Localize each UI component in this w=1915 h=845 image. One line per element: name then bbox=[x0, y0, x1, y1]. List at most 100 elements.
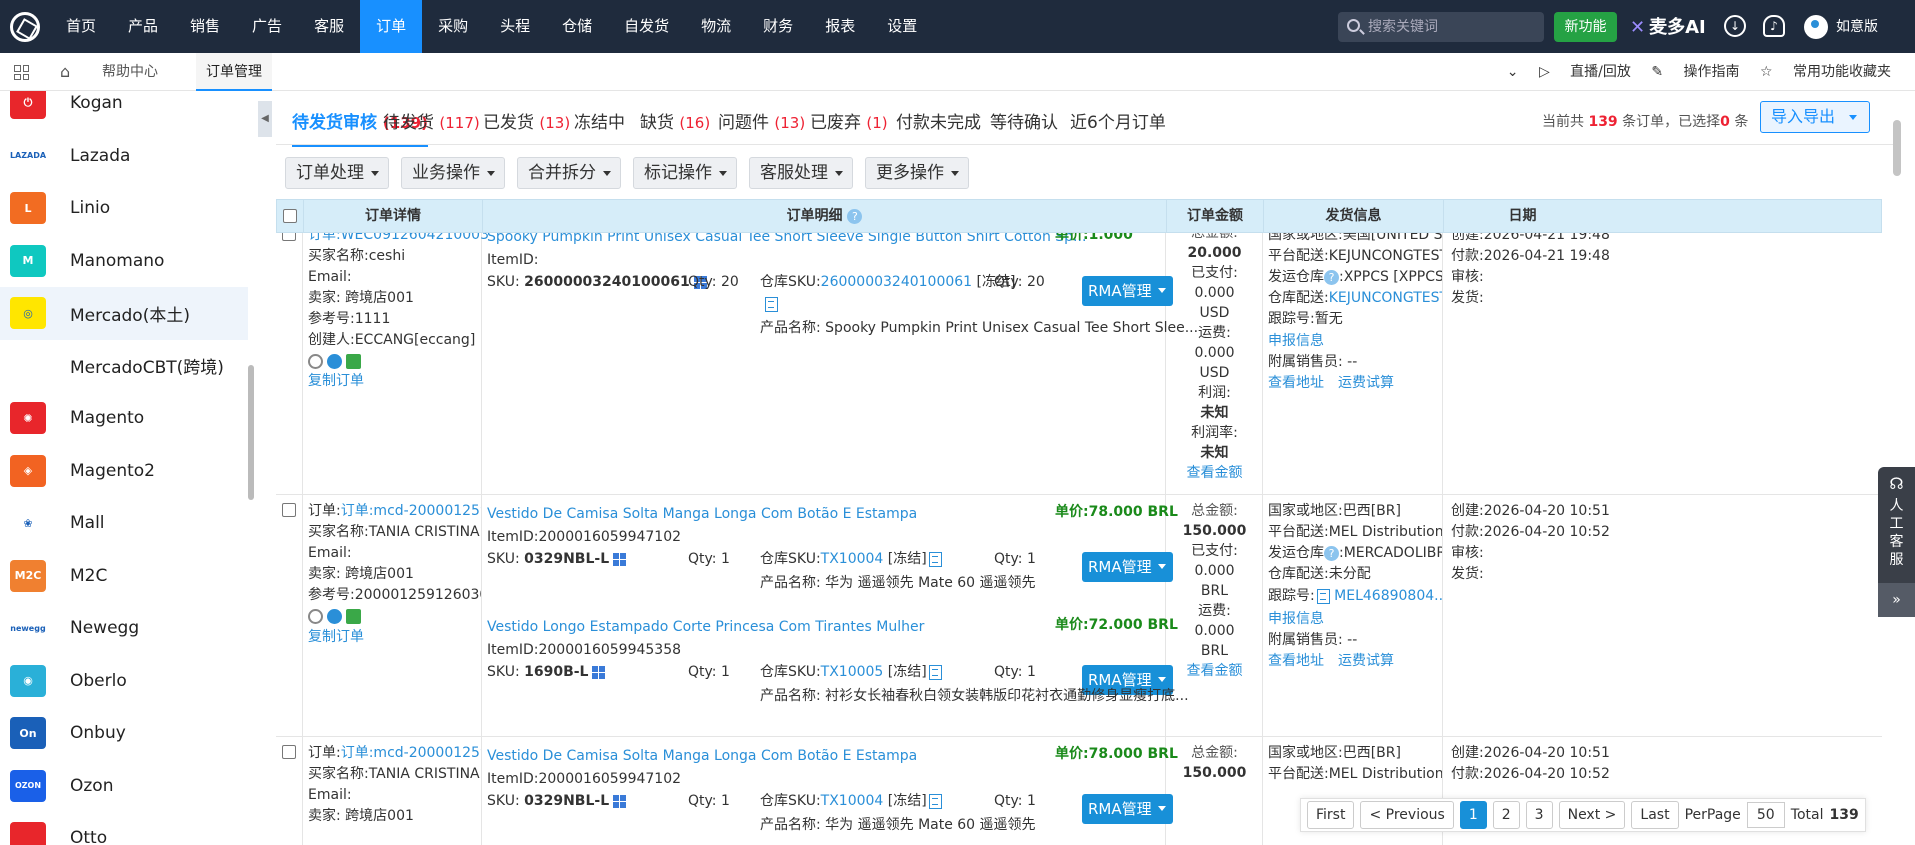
dollar-icon[interactable] bbox=[327, 354, 342, 369]
document-icon[interactable] bbox=[765, 297, 778, 312]
copy-order-link[interactable]: 复制订单 bbox=[308, 371, 364, 392]
declare-info-link[interactable]: 申报信息 bbox=[1268, 331, 1324, 352]
rma-dropdown[interactable]: RMA管理 bbox=[1082, 794, 1173, 824]
order-status-tab[interactable]: 待发货 (117) bbox=[383, 108, 480, 133]
first-page-button[interactable]: First bbox=[1307, 801, 1355, 829]
view-amount-link[interactable]: 查看金额 bbox=[1166, 463, 1263, 484]
magnify-icon[interactable] bbox=[308, 354, 323, 369]
tab-help-center[interactable]: 帮助中心 bbox=[102, 53, 158, 91]
cart-icon[interactable] bbox=[346, 609, 361, 624]
document-icon[interactable] bbox=[928, 551, 942, 567]
sidebar-item[interactable]: M Manomano bbox=[0, 235, 248, 288]
sidebar-item[interactable]: ◉ Oberlo bbox=[0, 655, 248, 708]
item-title-link[interactable]: Vestido De Camisa Solta Manga Longa Com … bbox=[487, 746, 917, 767]
sku-grid-icon[interactable] bbox=[613, 794, 627, 808]
sidebar-item[interactable]: ◈ Magento2 bbox=[0, 445, 248, 498]
magnify-icon[interactable] bbox=[308, 609, 323, 624]
freight-calc-link[interactable]: 运费试算 bbox=[1338, 651, 1394, 672]
sidebar-collapse-button[interactable]: ◀ bbox=[258, 101, 272, 137]
view-amount-link[interactable]: 查看金额 bbox=[1166, 661, 1263, 682]
guide-link[interactable]: ✎ 操作指南 bbox=[1651, 64, 1739, 80]
user-menu[interactable]: 如意版 bbox=[1804, 12, 1904, 42]
order-number-link[interactable]: 订单:mcd-2000012591260... bbox=[341, 745, 481, 761]
order-status-tab[interactable]: 冻结中 bbox=[574, 108, 625, 133]
sku-grid-icon[interactable] bbox=[592, 665, 606, 679]
document-icon[interactable] bbox=[1316, 588, 1330, 604]
row-checkbox[interactable] bbox=[282, 233, 296, 241]
cart-icon[interactable] bbox=[346, 354, 361, 369]
mark-ops-dropdown[interactable]: 标记操作 bbox=[633, 157, 737, 189]
item-title-link[interactable]: Spooky Pumpkin Print Unisex Casual Tee S… bbox=[487, 233, 1086, 248]
main-scrollbar[interactable] bbox=[1893, 120, 1901, 176]
item-title-link[interactable]: Vestido Longo Estampado Corte Princesa C… bbox=[487, 617, 924, 638]
tab-order-management[interactable]: 订单管理 bbox=[196, 53, 272, 91]
sidebar-item[interactable]: newegg Newegg bbox=[0, 602, 248, 655]
sidebar-item[interactable]: ⏻ Kogan bbox=[0, 91, 248, 130]
live-replay-link[interactable]: ▷ 直播/回放 bbox=[1539, 64, 1631, 80]
order-status-tab[interactable]: 近6个月订单 bbox=[1070, 108, 1166, 133]
perpage-input[interactable]: 50 bbox=[1746, 802, 1785, 828]
sidebar-item[interactable]: ◎ Mercado(本土) bbox=[0, 287, 248, 340]
nav-finance[interactable]: 财务 bbox=[747, 0, 809, 53]
order-status-tab[interactable]: 问题件 (13) bbox=[718, 108, 805, 133]
search-input[interactable]: 搜索关键词 bbox=[1338, 12, 1544, 42]
sidebar-item[interactable]: M2C M2C bbox=[0, 550, 248, 603]
nav-sales[interactable]: 销售 bbox=[174, 0, 236, 53]
help-icon[interactable]: ? bbox=[1324, 269, 1339, 285]
app-logo[interactable] bbox=[10, 12, 40, 42]
nav-logistics[interactable]: 物流 bbox=[685, 0, 747, 53]
nav-ads[interactable]: 广告 bbox=[236, 0, 298, 53]
nav-product[interactable]: 产品 bbox=[112, 0, 174, 53]
sidebar-item[interactable]: ✺ Magento bbox=[0, 392, 248, 445]
collapse-service-button[interactable]: » bbox=[1878, 583, 1915, 617]
nav-home[interactable]: 首页 bbox=[50, 0, 112, 53]
sidebar-scrollbar[interactable] bbox=[248, 365, 254, 500]
new-feature-button[interactable]: 新功能 bbox=[1554, 12, 1617, 42]
sidebar-item[interactable]: OZON Ozon bbox=[0, 760, 248, 813]
headset-icon[interactable]: ♪ bbox=[1763, 15, 1785, 37]
wh-sku-link[interactable]: TX10004 bbox=[821, 793, 884, 809]
order-status-tab[interactable]: 等待确认 bbox=[990, 108, 1058, 133]
order-status-tab[interactable]: 缺货 (16) bbox=[640, 108, 710, 133]
copy-order-link[interactable]: 复制订单 bbox=[308, 627, 364, 648]
declare-info-link[interactable]: 申报信息 bbox=[1268, 609, 1324, 630]
item-title-link[interactable]: Vestido De Camisa Solta Manga Longa Com … bbox=[487, 504, 917, 525]
select-all-checkbox[interactable] bbox=[283, 209, 297, 223]
sidebar-item[interactable]: MercadoCBT(跨境) bbox=[0, 340, 248, 393]
order-status-tab[interactable]: 已废弃 (1) bbox=[810, 108, 888, 133]
grid-menu-icon[interactable] bbox=[14, 65, 29, 80]
sidebar-item[interactable]: On Onbuy bbox=[0, 707, 248, 760]
sidebar-item[interactable]: LAZADA Lazada bbox=[0, 130, 248, 183]
business-ops-dropdown[interactable]: 业务操作 bbox=[401, 157, 505, 189]
order-status-tab[interactable]: 付款未完成 bbox=[896, 108, 981, 133]
nav-settings[interactable]: 设置 bbox=[871, 0, 933, 53]
order-status-tab[interactable]: 已发货 (13) bbox=[483, 108, 570, 133]
sidebar-item[interactable]: Otto bbox=[0, 812, 248, 845]
import-export-dropdown[interactable]: 导入导出 bbox=[1760, 101, 1870, 133]
brand-ai-link[interactable]: ✕ 麦多AI bbox=[1630, 13, 1706, 39]
nav-self-shipping[interactable]: 自发货 bbox=[608, 0, 685, 53]
tracking-link[interactable]: MEL46890804... bbox=[1334, 588, 1442, 604]
last-page-button[interactable]: Last bbox=[1631, 801, 1679, 829]
merge-split-dropdown[interactable]: 合并拆分 bbox=[517, 157, 621, 189]
nav-warehouse[interactable]: 仓储 bbox=[546, 0, 608, 53]
nav-customer-service[interactable]: 客服 bbox=[298, 0, 360, 53]
previous-page-button[interactable]: < Previous bbox=[1360, 801, 1454, 829]
order-process-dropdown[interactable]: 订单处理 bbox=[285, 157, 389, 189]
row-checkbox[interactable] bbox=[282, 745, 296, 759]
view-address-link[interactable]: 查看地址 bbox=[1268, 373, 1324, 394]
nav-first-leg[interactable]: 头程 bbox=[484, 0, 546, 53]
rma-dropdown[interactable]: RMA管理 bbox=[1082, 276, 1173, 306]
rma-dropdown[interactable]: RMA管理 bbox=[1082, 552, 1173, 582]
document-icon[interactable] bbox=[928, 793, 942, 809]
favorites-link[interactable]: ☆ 常用功能收藏夹 bbox=[1760, 64, 1891, 80]
page-2-button[interactable]: 2 bbox=[1492, 801, 1520, 829]
more-ops-dropdown[interactable]: 更多操作 bbox=[865, 157, 969, 189]
order-number-link[interactable]: 订单:mcd-2000012591260... bbox=[341, 503, 481, 519]
sidebar-item[interactable]: L Linio bbox=[0, 182, 248, 235]
document-icon[interactable] bbox=[928, 664, 942, 680]
view-address-link[interactable]: 查看地址 bbox=[1268, 651, 1324, 672]
nav-purchase[interactable]: 采购 bbox=[422, 0, 484, 53]
page-3-button[interactable]: 3 bbox=[1525, 801, 1553, 829]
nav-reports[interactable]: 报表 bbox=[809, 0, 871, 53]
